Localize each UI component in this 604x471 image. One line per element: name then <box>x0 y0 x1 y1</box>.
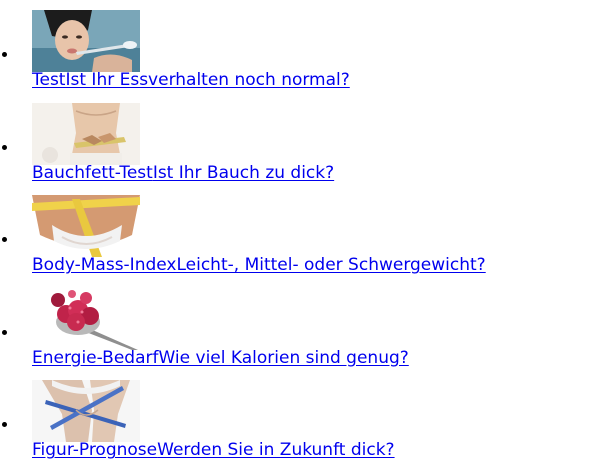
teaser-title: Energie-Bedarf <box>32 347 159 368</box>
teaser-image-link[interactable] <box>32 102 140 165</box>
teaser-title: Test <box>32 70 66 90</box>
bullet-icon <box>2 237 7 243</box>
teaser-link[interactable]: Bauchfett-TestIst Ihr Bauch zu dick? <box>32 163 334 183</box>
teaser-teaser-text: Ist Ihr Bauch zu dick? <box>152 162 335 183</box>
bullet-icon <box>2 144 7 150</box>
list-item: Body-Mass-IndexLeicht-, Mittel- oder Sch… <box>0 185 604 278</box>
bullet-icon <box>2 52 7 57</box>
teaser-image-link[interactable] <box>32 195 140 258</box>
teaser-title: Body-Mass-Index <box>32 255 177 276</box>
measuring-waist-photo <box>32 102 140 165</box>
bullet-icon <box>2 329 7 335</box>
list-item: Figur-PrognoseWerden Sie in Zukunft dick… <box>0 370 604 463</box>
list-item: Bauchfett-TestIst Ihr Bauch zu dick? <box>0 93 604 186</box>
teaser-title: Bauchfett-Test <box>32 162 153 183</box>
teaser-teaser-text: Ist Ihr Essverhalten noch normal? <box>65 70 350 90</box>
bullet-icon <box>2 422 7 428</box>
teaser-image-link[interactable] <box>32 380 140 443</box>
list-item: TestIst Ihr Essverhalten noch normal? <box>0 0 604 93</box>
teaser-image-link[interactable] <box>32 287 140 350</box>
tape-measure-hips-photo <box>32 195 140 258</box>
teaser-list: TestIst Ihr Essverhalten noch normal? Ba… <box>0 0 604 463</box>
teaser-link[interactable]: Body-Mass-IndexLeicht-, Mittel- oder Sch… <box>32 255 486 275</box>
teaser-link[interactable]: Figur-PrognoseWerden Sie in Zukunft dick… <box>32 440 395 460</box>
raspberry-spoon-photo <box>32 287 140 350</box>
teaser-teaser-text: Leicht-, Mittel- oder Schwergewicht? <box>176 255 486 276</box>
tape-measure-legs-photo <box>32 380 140 443</box>
teaser-title: Figur-Prognose <box>32 440 158 461</box>
list-item: Energie-BedarfWie viel Kalorien sind gen… <box>0 278 604 371</box>
teaser-link[interactable]: TestIst Ihr Essverhalten noch normal? <box>32 70 350 90</box>
teaser-teaser-text: Wie viel Kalorien sind genug? <box>158 347 409 368</box>
woman-eating-photo <box>32 10 140 72</box>
teaser-teaser-text: Werden Sie in Zukunft dick? <box>157 440 395 461</box>
teaser-image-link[interactable] <box>32 10 140 72</box>
teaser-link[interactable]: Energie-BedarfWie viel Kalorien sind gen… <box>32 348 409 368</box>
